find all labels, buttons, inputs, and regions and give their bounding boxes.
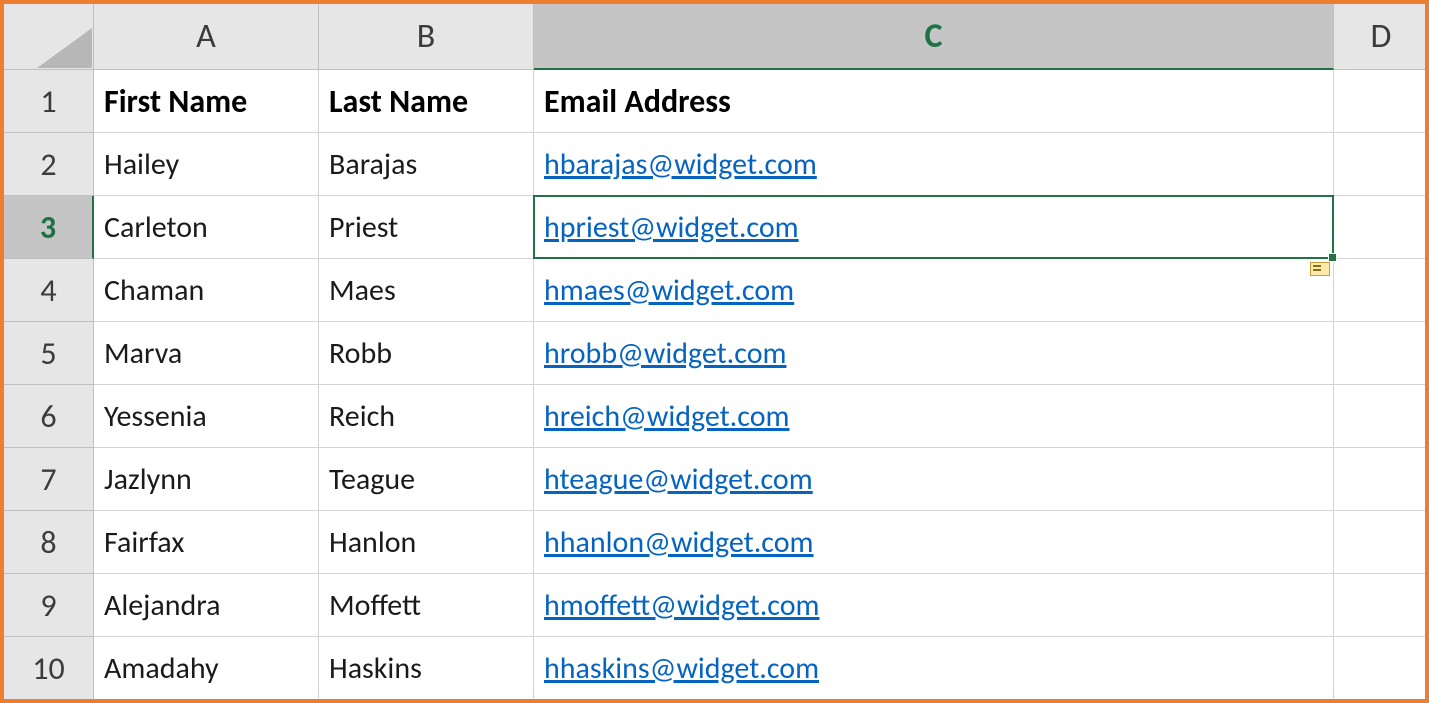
column-header-B[interactable]: B: [319, 4, 534, 70]
cell-A9[interactable]: Alejandra: [94, 574, 319, 637]
cell-D5[interactable]: [1334, 322, 1429, 385]
cell-D8[interactable]: [1334, 511, 1429, 574]
spreadsheet-viewport: A B C D 1 First Name Last Name Email Add…: [0, 0, 1429, 703]
cell-B5[interactable]: Robb: [319, 322, 534, 385]
row-header-4[interactable]: 4: [4, 259, 94, 322]
cell-A10[interactable]: Amadahy: [94, 637, 319, 700]
cell-D3[interactable]: [1334, 196, 1429, 259]
cell-C3-value: hpriest@widget.com: [544, 209, 799, 246]
cell-C6[interactable]: hreich@widget.com: [534, 385, 1334, 448]
cell-D4[interactable]: [1334, 259, 1429, 322]
cell-C2[interactable]: hbarajas@widget.com: [534, 133, 1334, 196]
cell-A6[interactable]: Yessenia: [94, 385, 319, 448]
cell-B7[interactable]: Teague: [319, 448, 534, 511]
cell-A1[interactable]: First Name: [94, 70, 319, 133]
select-all-corner[interactable]: [4, 4, 94, 70]
cell-B8[interactable]: Hanlon: [319, 511, 534, 574]
cell-C1[interactable]: Email Address: [534, 70, 1334, 133]
column-header-A[interactable]: A: [94, 4, 319, 70]
cell-C9[interactable]: hmoffett@widget.com: [534, 574, 1334, 637]
cell-B2[interactable]: Barajas: [319, 133, 534, 196]
cell-B9[interactable]: Moffett: [319, 574, 534, 637]
cell-A3[interactable]: Carleton: [94, 196, 319, 259]
cell-D6[interactable]: [1334, 385, 1429, 448]
row-header-3[interactable]: 3: [4, 196, 94, 259]
spreadsheet-grid: A B C D 1 First Name Last Name Email Add…: [4, 4, 1425, 703]
cell-C3[interactable]: hpriest@widget.com: [534, 196, 1334, 259]
cell-B1[interactable]: Last Name: [319, 70, 534, 133]
row-header-1[interactable]: 1: [4, 70, 94, 133]
row-header-5[interactable]: 5: [4, 322, 94, 385]
row-header-6[interactable]: 6: [4, 385, 94, 448]
row-header-7[interactable]: 7: [4, 448, 94, 511]
flash-fill-options-icon[interactable]: [1310, 262, 1330, 276]
cell-B6[interactable]: Reich: [319, 385, 534, 448]
cell-A2[interactable]: Hailey: [94, 133, 319, 196]
cell-A8[interactable]: Fairfax: [94, 511, 319, 574]
cell-A4[interactable]: Chaman: [94, 259, 319, 322]
cell-D9[interactable]: [1334, 574, 1429, 637]
cell-C4[interactable]: hmaes@widget.com: [534, 259, 1334, 322]
cell-C5[interactable]: hrobb@widget.com: [534, 322, 1334, 385]
cell-B3[interactable]: Priest: [319, 196, 534, 259]
cell-A5[interactable]: Marva: [94, 322, 319, 385]
cell-D7[interactable]: [1334, 448, 1429, 511]
cell-B4[interactable]: Maes: [319, 259, 534, 322]
cell-D10[interactable]: [1334, 637, 1429, 700]
row-header-10[interactable]: 10: [4, 637, 94, 700]
cell-C10[interactable]: hhaskins@widget.com: [534, 637, 1334, 700]
row-header-9[interactable]: 9: [4, 574, 94, 637]
cell-B10[interactable]: Haskins: [319, 637, 534, 700]
column-header-C[interactable]: C: [534, 4, 1334, 70]
row-header-8[interactable]: 8: [4, 511, 94, 574]
cell-D1[interactable]: [1334, 70, 1429, 133]
cell-A7[interactable]: Jazlynn: [94, 448, 319, 511]
cell-C8[interactable]: hhanlon@widget.com: [534, 511, 1334, 574]
cell-D2[interactable]: [1334, 133, 1429, 196]
column-header-D[interactable]: D: [1334, 4, 1429, 70]
cell-C7[interactable]: hteague@widget.com: [534, 448, 1334, 511]
row-header-2[interactable]: 2: [4, 133, 94, 196]
